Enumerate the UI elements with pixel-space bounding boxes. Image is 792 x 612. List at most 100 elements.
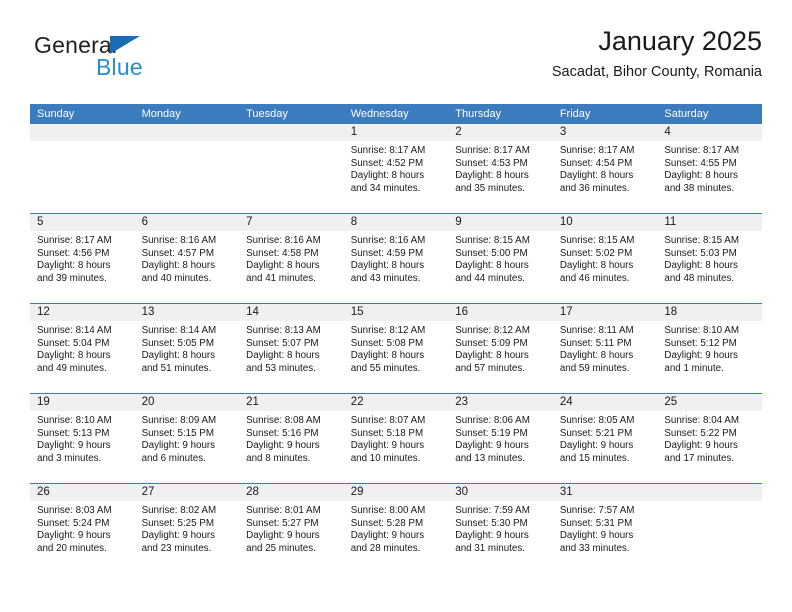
daylight-text-line2: and 41 minutes.: [246, 272, 316, 284]
day-number: 8: [343, 214, 449, 231]
daylight-text-line1: Daylight: 8 hours: [37, 350, 111, 362]
calendar-day-cell[interactable]: 3 Sunrise: 8:17 AM Sunset: 4:54 PM Daylight…: [552, 124, 658, 213]
day-number: 3: [552, 124, 658, 141]
daylight-text-line2: and 6 minutes.: [141, 452, 206, 464]
sunset-text: Sunset: 5:31 PM: [559, 517, 633, 529]
daylight-text-line2: and 15 minutes.: [559, 452, 630, 464]
sunrise-text: Sunrise: 8:17 AM: [455, 145, 530, 156]
day-number: 17: [552, 304, 658, 321]
calendar-day-cell[interactable]: 9 Sunrise: 8:15 AM Sunset: 5:00 PM Daylight…: [448, 214, 553, 303]
day-number: [239, 124, 344, 141]
sunrise-text: Sunrise: 8:07 AM: [350, 415, 426, 426]
calendar-day-cell[interactable]: 14 Sunrise: 8:13 AM Sunset: 5:07 PM Dayligh…: [239, 304, 344, 393]
sunrise-text: Sunrise: 8:11 AM: [559, 325, 634, 336]
calendar-week-row: 19 Sunrise: 8:10 AM Sunset: 5:13 PM Dayligh…: [30, 393, 762, 483]
daylight-text-line1: Daylight: 8 hours: [141, 260, 216, 272]
day-number: 10: [552, 214, 658, 231]
calendar-day-cell[interactable]: 15 Sunrise: 8:12 AM Sunset: 5:08 PM Dayligh…: [343, 304, 449, 393]
day-details: Sunrise: 8:10 AM Sunset: 5:12 PM Daylight:…: [657, 321, 762, 375]
daylight-text-line2: and 25 minutes.: [246, 542, 316, 554]
day-details: Sunrise: 8:15 AM Sunset: 5:00 PM Daylight:…: [448, 231, 553, 285]
calendar-day-cell[interactable]: 24 Sunrise: 8:05 AM Sunset: 5:21 PM Dayligh…: [552, 394, 658, 483]
day-number: 29: [343, 484, 449, 501]
day-number: 22: [343, 394, 449, 411]
calendar-day-cell[interactable]: 30 Sunrise: 7:59 AM Sunset: 5:30 PM Dayligh…: [448, 484, 553, 573]
day-details: Sunrise: 8:10 AM Sunset: 5:13 PM Daylight:…: [30, 411, 135, 465]
sunrise-text: Sunrise: 8:17 AM: [664, 145, 739, 156]
calendar-day-cell[interactable]: 31 Sunrise: 7:57 AM Sunset: 5:31 PM Dayligh…: [552, 484, 658, 573]
day-number: 13: [134, 304, 240, 321]
daylight-text-line2: and 38 minutes.: [664, 182, 735, 194]
calendar-day-cell[interactable]: 18 Sunrise: 8:10 AM Sunset: 5:12 PM Dayligh…: [657, 304, 762, 393]
calendar-day-cell[interactable]: 19 Sunrise: 8:10 AM Sunset: 5:13 PM Dayligh…: [30, 394, 135, 483]
daylight-text-line2: and 20 minutes.: [37, 542, 107, 554]
sunrise-text: Sunrise: 8:17 AM: [559, 145, 635, 156]
daylight-text-line1: Daylight: 9 hours: [559, 530, 634, 542]
title-block: January 2025 Sacadat, Bihor County, Roma…: [552, 24, 762, 83]
daylight-text-line2: and 36 minutes.: [559, 182, 630, 194]
daylight-text-line2: and 13 minutes.: [455, 452, 525, 464]
calendar-day-cell[interactable]: 21 Sunrise: 8:08 AM Sunset: 5:16 PM Dayligh…: [239, 394, 344, 483]
calendar-day-cell[interactable]: 25 Sunrise: 8:04 AM Sunset: 5:22 PM Dayligh…: [657, 394, 762, 483]
calendar-day-cell[interactable]: 23 Sunrise: 8:06 AM Sunset: 5:19 PM Dayligh…: [448, 394, 553, 483]
daylight-text-line2: and 57 minutes.: [455, 362, 525, 374]
sunrise-text: Sunrise: 8:14 AM: [141, 325, 217, 336]
daylight-text-line1: Daylight: 9 hours: [350, 440, 425, 452]
calendar-day-cell[interactable]: 12 Sunrise: 8:14 AM Sunset: 5:04 PM Dayligh…: [30, 304, 135, 393]
sunrise-text: Sunrise: 8:15 AM: [559, 235, 635, 246]
daylight-text-line2: and 35 minutes.: [455, 182, 525, 194]
calendar-day-cell[interactable]: 4 Sunrise: 8:17 AM Sunset: 4:55 PM Daylight…: [657, 124, 762, 213]
calendar-day-cell[interactable]: 26 Sunrise: 8:03 AM Sunset: 5:24 PM Dayligh…: [30, 484, 135, 573]
daylight-text-line2: and 39 minutes.: [37, 272, 107, 284]
daylight-text-line1: Daylight: 8 hours: [141, 350, 216, 362]
day-details: Sunrise: 8:00 AM Sunset: 5:28 PM Daylight:…: [344, 501, 449, 555]
calendar-day-cell[interactable]: 5 Sunrise: 8:17 AM Sunset: 4:56 PM Daylight…: [30, 214, 135, 303]
day-number: 25: [657, 394, 762, 411]
sunset-text: Sunset: 4:53 PM: [455, 157, 528, 169]
daylight-text-line2: and 49 minutes.: [37, 362, 107, 374]
daylight-text-line2: and 1 minute.: [664, 362, 724, 374]
day-number: 20: [134, 394, 240, 411]
generalblue-logo[interactable]: General Blue: [34, 32, 234, 84]
calendar-day-cell[interactable]: 11 Sunrise: 8:15 AM Sunset: 5:03 PM Dayligh…: [657, 214, 762, 303]
sunset-text: Sunset: 4:52 PM: [350, 157, 424, 169]
day-details: Sunrise: 8:16 AM Sunset: 4:58 PM Daylight:…: [239, 231, 344, 285]
calendar-day-cell[interactable]: 8 Sunrise: 8:16 AM Sunset: 4:59 PM Daylight…: [343, 214, 449, 303]
daylight-text-line1: Daylight: 9 hours: [664, 350, 738, 362]
daylight-text-line1: Daylight: 9 hours: [37, 530, 111, 542]
calendar-day-cell[interactable]: 20 Sunrise: 8:09 AM Sunset: 5:15 PM Dayligh…: [134, 394, 240, 483]
sunset-text: Sunset: 4:55 PM: [664, 157, 737, 169]
calendar-day-cell[interactable]: 28 Sunrise: 8:01 AM Sunset: 5:27 PM Dayligh…: [239, 484, 344, 573]
daylight-text-line1: Daylight: 9 hours: [455, 530, 529, 542]
daylight-text-line2: and 31 minutes.: [455, 542, 525, 554]
daylight-text-line2: and 33 minutes.: [559, 542, 630, 554]
day-details: Sunrise: 8:16 AM Sunset: 4:59 PM Daylight:…: [344, 231, 449, 285]
daylight-text-line2: and 59 minutes.: [559, 362, 630, 374]
daylight-text-line2: and 40 minutes.: [141, 272, 212, 284]
calendar-day-cell[interactable]: 22 Sunrise: 8:07 AM Sunset: 5:18 PM Dayligh…: [343, 394, 449, 483]
sunset-text: Sunset: 5:28 PM: [350, 517, 424, 529]
daylight-text-line1: Daylight: 9 hours: [141, 440, 216, 452]
day-number: 2: [448, 124, 553, 141]
calendar-day-cell[interactable]: 29 Sunrise: 8:00 AM Sunset: 5:28 PM Dayligh…: [343, 484, 449, 573]
calendar-day-cell[interactable]: 2 Sunrise: 8:17 AM Sunset: 4:53 PM Daylight…: [448, 124, 553, 213]
daylight-text-line1: Daylight: 8 hours: [246, 260, 320, 272]
calendar-day-cell[interactable]: 16 Sunrise: 8:12 AM Sunset: 5:09 PM Dayligh…: [448, 304, 553, 393]
daylight-text-line1: Daylight: 9 hours: [350, 530, 425, 542]
daylight-text-line2: and 48 minutes.: [664, 272, 735, 284]
weekday-header-friday: Friday: [559, 108, 591, 120]
day-details: Sunrise: 8:15 AM Sunset: 5:03 PM Daylight:…: [657, 231, 762, 285]
sunset-text: Sunset: 5:00 PM: [455, 247, 528, 259]
sunset-text: Sunset: 5:07 PM: [246, 337, 319, 349]
sunset-text: Sunset: 5:18 PM: [350, 427, 424, 439]
calendar-day-cell[interactable]: 6 Sunrise: 8:16 AM Sunset: 4:57 PM Daylight…: [134, 214, 240, 303]
calendar-day-cell[interactable]: 7 Sunrise: 8:16 AM Sunset: 4:58 PM Daylight…: [239, 214, 344, 303]
calendar-day-cell[interactable]: 17 Sunrise: 8:11 AM Sunset: 5:11 PM Dayligh…: [552, 304, 658, 393]
sunset-text: Sunset: 5:08 PM: [350, 337, 424, 349]
calendar-day-cell[interactable]: 10 Sunrise: 8:15 AM Sunset: 5:02 PM Dayligh…: [552, 214, 658, 303]
calendar-day-cell[interactable]: 13 Sunrise: 8:14 AM Sunset: 5:05 PM Dayligh…: [134, 304, 240, 393]
calendar-day-cell[interactable]: 27 Sunrise: 8:02 AM Sunset: 5:25 PM Dayligh…: [134, 484, 240, 573]
sunrise-text: Sunrise: 8:10 AM: [664, 325, 739, 336]
calendar-day-cell[interactable]: 1 Sunrise: 8:17 AM Sunset: 4:52 PM Daylight…: [343, 124, 449, 213]
day-details: Sunrise: 8:03 AM Sunset: 5:24 PM Daylight:…: [30, 501, 135, 555]
